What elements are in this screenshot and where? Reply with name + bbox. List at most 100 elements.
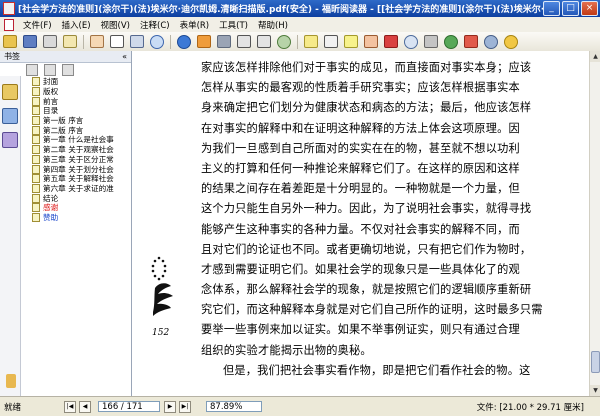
bookmark-item[interactable]: 第二章 关于观察社会: [20, 145, 130, 155]
select-text-icon[interactable]: [109, 35, 125, 49]
vertical-scrollbar[interactable]: ▲ ▼: [589, 51, 600, 396]
bookmark-item[interactable]: 版权: [20, 87, 130, 97]
bookmark-tools: [0, 63, 131, 77]
bookmark-icon: [32, 87, 40, 97]
toolbar-divider: [297, 34, 298, 49]
first-page-icon[interactable]: [176, 34, 192, 49]
bookmarks-tab-icon[interactable]: [2, 84, 18, 100]
decorative-ornament: [151, 256, 173, 316]
note-icon[interactable]: [303, 35, 319, 49]
zoom-in-icon[interactable]: [149, 34, 165, 49]
pencil-icon[interactable]: [363, 35, 379, 49]
bookmark-item[interactable]: 第二版 序言: [20, 125, 130, 135]
scroll-down-button[interactable]: ▼: [590, 385, 600, 396]
menu-file[interactable]: 文件(F): [18, 19, 57, 31]
bookmark-icon: [32, 154, 40, 164]
layers-tab-icon[interactable]: [2, 132, 18, 148]
bookmark-item[interactable]: 目录: [20, 106, 130, 116]
tool-arrow-icon[interactable]: [423, 35, 439, 49]
stop-icon[interactable]: [463, 35, 479, 49]
email-icon[interactable]: [62, 35, 78, 49]
attachment-tab-icon[interactable]: [6, 374, 16, 388]
bookmark-item[interactable]: 第五章 关于解释社会: [20, 174, 130, 184]
highlight-icon[interactable]: [343, 35, 359, 49]
typewriter-icon[interactable]: [323, 35, 339, 49]
text-line: 且对它们的论证也不同。或者更确切地说，只有把它们作为物时，: [201, 242, 532, 256]
menu-help[interactable]: 帮助(H): [253, 19, 293, 31]
bookmark-item[interactable]: 第四章 关于划分社会: [20, 164, 130, 174]
pages-tab-icon[interactable]: [2, 108, 18, 124]
open-folder-icon[interactable]: [2, 35, 18, 49]
bookmark-panel-header: 书签 «: [0, 51, 131, 63]
fit-page-icon[interactable]: [236, 35, 252, 49]
bookmark-item[interactable]: 赞助: [20, 212, 130, 223]
next-page-button[interactable]: ▶: [164, 400, 176, 413]
bookmark-label: 赞助: [43, 212, 59, 222]
text-line: 为我们一旦感到自己所面对的实实在在的物，甚至就不想以功利: [201, 141, 520, 155]
text-line: 才感到需要证明它们。如果社会学的现象只是一些具体化了的观: [201, 262, 520, 276]
scroll-thumb[interactable]: [591, 351, 600, 373]
bookmark-label: 第二版 序言: [43, 125, 84, 135]
menu-view[interactable]: 视图(V): [96, 19, 135, 31]
bookmark-panel-title: 书签: [4, 52, 20, 61]
save-icon[interactable]: [22, 35, 38, 49]
zoom-input[interactable]: 87.89%: [206, 401, 262, 412]
delete-bookmark-icon[interactable]: [44, 64, 56, 76]
page-input[interactable]: 166 / 171: [98, 401, 160, 412]
last-page-button[interactable]: ▶|: [179, 400, 191, 413]
find-icon[interactable]: [403, 34, 419, 49]
bookmark-label: 第五章 关于解释社会: [43, 174, 114, 184]
bookmark-item[interactable]: 第六章 关于求证的准: [20, 183, 130, 194]
rotate-icon[interactable]: [276, 34, 292, 49]
document-view[interactable]: 家应该怎样排除他们对于事实的成见，而直接面对事实本身；应该 怎样从事实的最客观的性…: [132, 51, 589, 396]
page-text: 家应该怎样排除他们对于事实的成见，而直接面对事实本身；应该 怎样从事实的最客观的性…: [201, 58, 573, 381]
bookmark-label: 感谢: [43, 203, 59, 213]
hand-tool-icon[interactable]: [89, 35, 105, 49]
bookmark-icon: [32, 135, 40, 145]
text-line: 念体系，那么解释社会学的现象，就是按照它们的逻辑顺序重新研: [201, 283, 532, 297]
bookmark-label: 第二章 关于观察社会: [43, 145, 114, 155]
bookmark-item[interactable]: 封面: [20, 77, 130, 87]
menu-tools[interactable]: 工具(T): [214, 19, 253, 31]
bookmark-label: 第四章 关于划分社会: [43, 164, 114, 174]
app-icon: [3, 2, 15, 15]
bookmark-icon: [32, 145, 40, 155]
window-controls: _ □ ×: [543, 1, 600, 16]
play-icon[interactable]: [443, 34, 459, 49]
panel-tabs: [0, 76, 21, 396]
text-line: 能够产生这种事实的各种力量。不仅对社会事实的解释不同，而: [201, 222, 520, 236]
scroll-up-button[interactable]: ▲: [590, 51, 600, 62]
toolbar: [0, 32, 600, 52]
snapshot-icon[interactable]: [129, 35, 145, 49]
help-icon[interactable]: [503, 34, 519, 49]
bookmark-options-icon[interactable]: [62, 64, 74, 76]
bookmark-item[interactable]: 第一章 什么是社会事: [20, 135, 130, 145]
back-arrow-icon[interactable]: [196, 35, 212, 49]
settings-icon[interactable]: [483, 34, 499, 49]
document-icon[interactable]: [4, 18, 14, 31]
text-line: 究它们，而这种解释本身就是对它们自己所作的证明，这时最多只需: [201, 303, 543, 317]
menu-comment[interactable]: 注释(C): [135, 19, 175, 31]
minimize-button[interactable]: _: [543, 1, 560, 16]
print-icon[interactable]: [42, 35, 58, 49]
bookmark-item[interactable]: 第三章 关于区分正常: [20, 154, 130, 165]
first-page-button[interactable]: |◀: [64, 400, 76, 413]
bookmark-item[interactable]: 第一版 序言: [20, 116, 130, 126]
collapse-panel-button[interactable]: «: [122, 52, 127, 61]
expand-bookmark-icon[interactable]: [26, 64, 38, 76]
close-button[interactable]: ×: [581, 1, 598, 16]
bookmark-item[interactable]: 前言: [20, 96, 130, 106]
fit-width-icon[interactable]: [256, 35, 272, 49]
bookmark-icon: [32, 164, 40, 174]
bookmark-label: 第一版 序言: [43, 116, 84, 126]
menu-insert[interactable]: 插入(E): [57, 19, 96, 31]
toolbar-divider: [83, 34, 84, 49]
prev-page-button[interactable]: ◀: [79, 400, 91, 413]
forward-arrow-icon[interactable]: [216, 35, 232, 49]
menu-form[interactable]: 表单(R): [175, 19, 215, 31]
stamp-icon[interactable]: [383, 35, 399, 49]
bookmark-item[interactable]: 感谢: [20, 203, 130, 213]
bookmark-icon: [32, 125, 40, 135]
maximize-button[interactable]: □: [562, 1, 579, 16]
bookmark-item[interactable]: 结论: [20, 193, 130, 203]
